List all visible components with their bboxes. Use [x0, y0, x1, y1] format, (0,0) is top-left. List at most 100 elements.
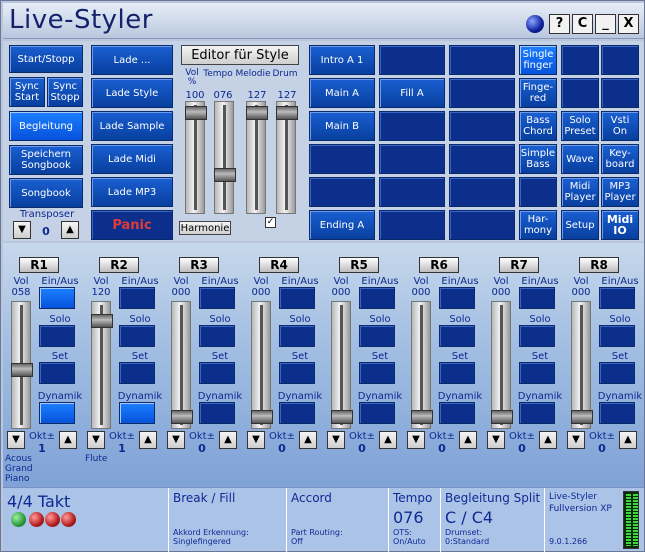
octave-up-button[interactable]: ▲ — [379, 431, 397, 449]
lade-midi-button[interactable]: Lade Midi — [91, 144, 173, 174]
single-finger-button[interactable]: Single finger — [519, 45, 557, 75]
octave-up-button[interactable]: ▲ — [619, 431, 637, 449]
section-slot[interactable] — [379, 210, 445, 240]
tempo-fader[interactable] — [214, 101, 236, 214]
channel-solo-button[interactable] — [359, 325, 395, 347]
channel-onoff-button[interactable] — [119, 287, 155, 309]
mode-slot[interactable] — [601, 78, 639, 108]
octave-up-button[interactable]: ▲ — [219, 431, 237, 449]
channel-dynamik-button[interactable] — [439, 402, 475, 424]
begleitung-button[interactable]: Begleitung — [9, 111, 83, 141]
bass-chord-button[interactable]: Bass Chord — [519, 111, 557, 141]
mode-slot[interactable] — [561, 45, 599, 75]
harmonie-button[interactable]: Harmonie — [179, 221, 231, 235]
lade-sample-button[interactable]: Lade Sample — [91, 111, 173, 141]
channel-onoff-button[interactable] — [599, 287, 635, 309]
channel-set-button[interactable] — [439, 362, 475, 384]
drum-fader[interactable] — [276, 101, 298, 214]
octave-up-button[interactable]: ▲ — [459, 431, 477, 449]
section-slot[interactable] — [379, 177, 445, 207]
channel-volume-fader[interactable] — [171, 301, 193, 429]
octave-down-button[interactable]: ▼ — [567, 431, 585, 449]
vol-fader[interactable] — [185, 101, 207, 214]
solo-preset-button[interactable]: Solo Preset — [561, 111, 599, 141]
channel-volume-fader[interactable] — [491, 301, 513, 429]
channel-solo-button[interactable] — [519, 325, 555, 347]
fill-a-button[interactable]: Fill A — [379, 78, 445, 108]
channel-volume-fader[interactable] — [251, 301, 273, 429]
octave-down-button[interactable]: ▼ — [327, 431, 345, 449]
section-slot[interactable] — [309, 144, 375, 174]
octave-down-button[interactable]: ▼ — [247, 431, 265, 449]
channel-solo-button[interactable] — [119, 325, 155, 347]
section-slot[interactable] — [379, 111, 445, 141]
mode-slot[interactable] — [561, 78, 599, 108]
midi-player-button[interactable]: Midi Player — [561, 177, 599, 207]
section-slot[interactable] — [449, 177, 515, 207]
channel-set-button[interactable] — [519, 362, 555, 384]
simple-bass-button[interactable]: Simple Bass — [519, 144, 557, 174]
start-stop-button[interactable]: Start/Stopp — [9, 45, 83, 73]
channel-solo-button[interactable] — [199, 325, 235, 347]
octave-up-button[interactable]: ▲ — [299, 431, 317, 449]
keyboard-button[interactable]: Key- board — [601, 144, 639, 174]
channel-volume-fader[interactable] — [571, 301, 593, 429]
channel-solo-button[interactable] — [439, 325, 475, 347]
close-button[interactable]: X — [618, 14, 639, 34]
octave-down-button[interactable]: ▼ — [7, 431, 25, 449]
channel-onoff-button[interactable] — [439, 287, 475, 309]
songbook-button[interactable]: Songbook — [9, 178, 83, 208]
octave-up-button[interactable]: ▲ — [539, 431, 557, 449]
channel-dynamik-button[interactable] — [519, 402, 555, 424]
channel-dynamik-button[interactable] — [39, 402, 75, 424]
channel-solo-button[interactable] — [279, 325, 315, 347]
lade-style-button[interactable]: Lade Style — [91, 78, 173, 108]
lade-button[interactable]: Lade ... — [91, 45, 173, 75]
section-slot[interactable] — [449, 78, 515, 108]
channel-onoff-button[interactable] — [279, 287, 315, 309]
octave-up-button[interactable]: ▲ — [139, 431, 157, 449]
minimize-button[interactable]: _ — [595, 14, 616, 34]
octave-down-button[interactable]: ▼ — [487, 431, 505, 449]
channel-dynamik-button[interactable] — [599, 402, 635, 424]
channel-set-button[interactable] — [599, 362, 635, 384]
main-b-button[interactable]: Main B — [309, 111, 375, 141]
channel-set-button[interactable] — [359, 362, 395, 384]
speichern-songbook-button[interactable]: Speichern Songbook — [9, 145, 83, 175]
main-a-button[interactable]: Main A — [309, 78, 375, 108]
fingered-button[interactable]: Finge- red — [519, 78, 557, 108]
channel-dynamik-button[interactable] — [119, 402, 155, 424]
channel-set-button[interactable] — [119, 362, 155, 384]
octave-down-button[interactable]: ▼ — [407, 431, 425, 449]
mode-slot[interactable] — [519, 177, 557, 207]
transpose-up-button[interactable]: ▲ — [61, 221, 79, 239]
channel-volume-fader[interactable] — [411, 301, 433, 429]
section-slot[interactable] — [449, 210, 515, 240]
octave-down-button[interactable]: ▼ — [167, 431, 185, 449]
harmony-button[interactable]: Har- mony — [519, 210, 557, 240]
channel-onoff-button[interactable] — [199, 287, 235, 309]
section-slot[interactable] — [449, 144, 515, 174]
channel-onoff-button[interactable] — [359, 287, 395, 309]
channel-volume-fader[interactable] — [11, 301, 33, 429]
mp3-player-button[interactable]: MP3 Player — [601, 177, 639, 207]
channel-solo-button[interactable] — [599, 325, 635, 347]
mode-slot[interactable] — [601, 45, 639, 75]
ending-a-button[interactable]: Ending A — [309, 210, 375, 240]
lade-mp3-button[interactable]: Lade MP3 — [91, 177, 173, 207]
melodie-fader[interactable] — [246, 101, 268, 214]
channel-set-button[interactable] — [199, 362, 235, 384]
channel-volume-fader[interactable] — [331, 301, 353, 429]
sync-stop-button[interactable]: Sync Stopp — [47, 77, 83, 107]
editor-style-button[interactable]: Editor für Style — [181, 45, 299, 65]
octave-down-button[interactable]: ▼ — [87, 431, 105, 449]
compact-button[interactable]: C — [572, 14, 593, 34]
link-checkbox[interactable]: ✓ — [265, 217, 276, 228]
section-slot[interactable] — [379, 45, 445, 75]
channel-set-button[interactable] — [279, 362, 315, 384]
channel-volume-fader[interactable] — [91, 301, 113, 429]
channel-solo-button[interactable] — [39, 325, 75, 347]
channel-onoff-button[interactable] — [519, 287, 555, 309]
section-slot[interactable] — [449, 111, 515, 141]
intro-a-button[interactable]: Intro A 1 — [309, 45, 375, 75]
